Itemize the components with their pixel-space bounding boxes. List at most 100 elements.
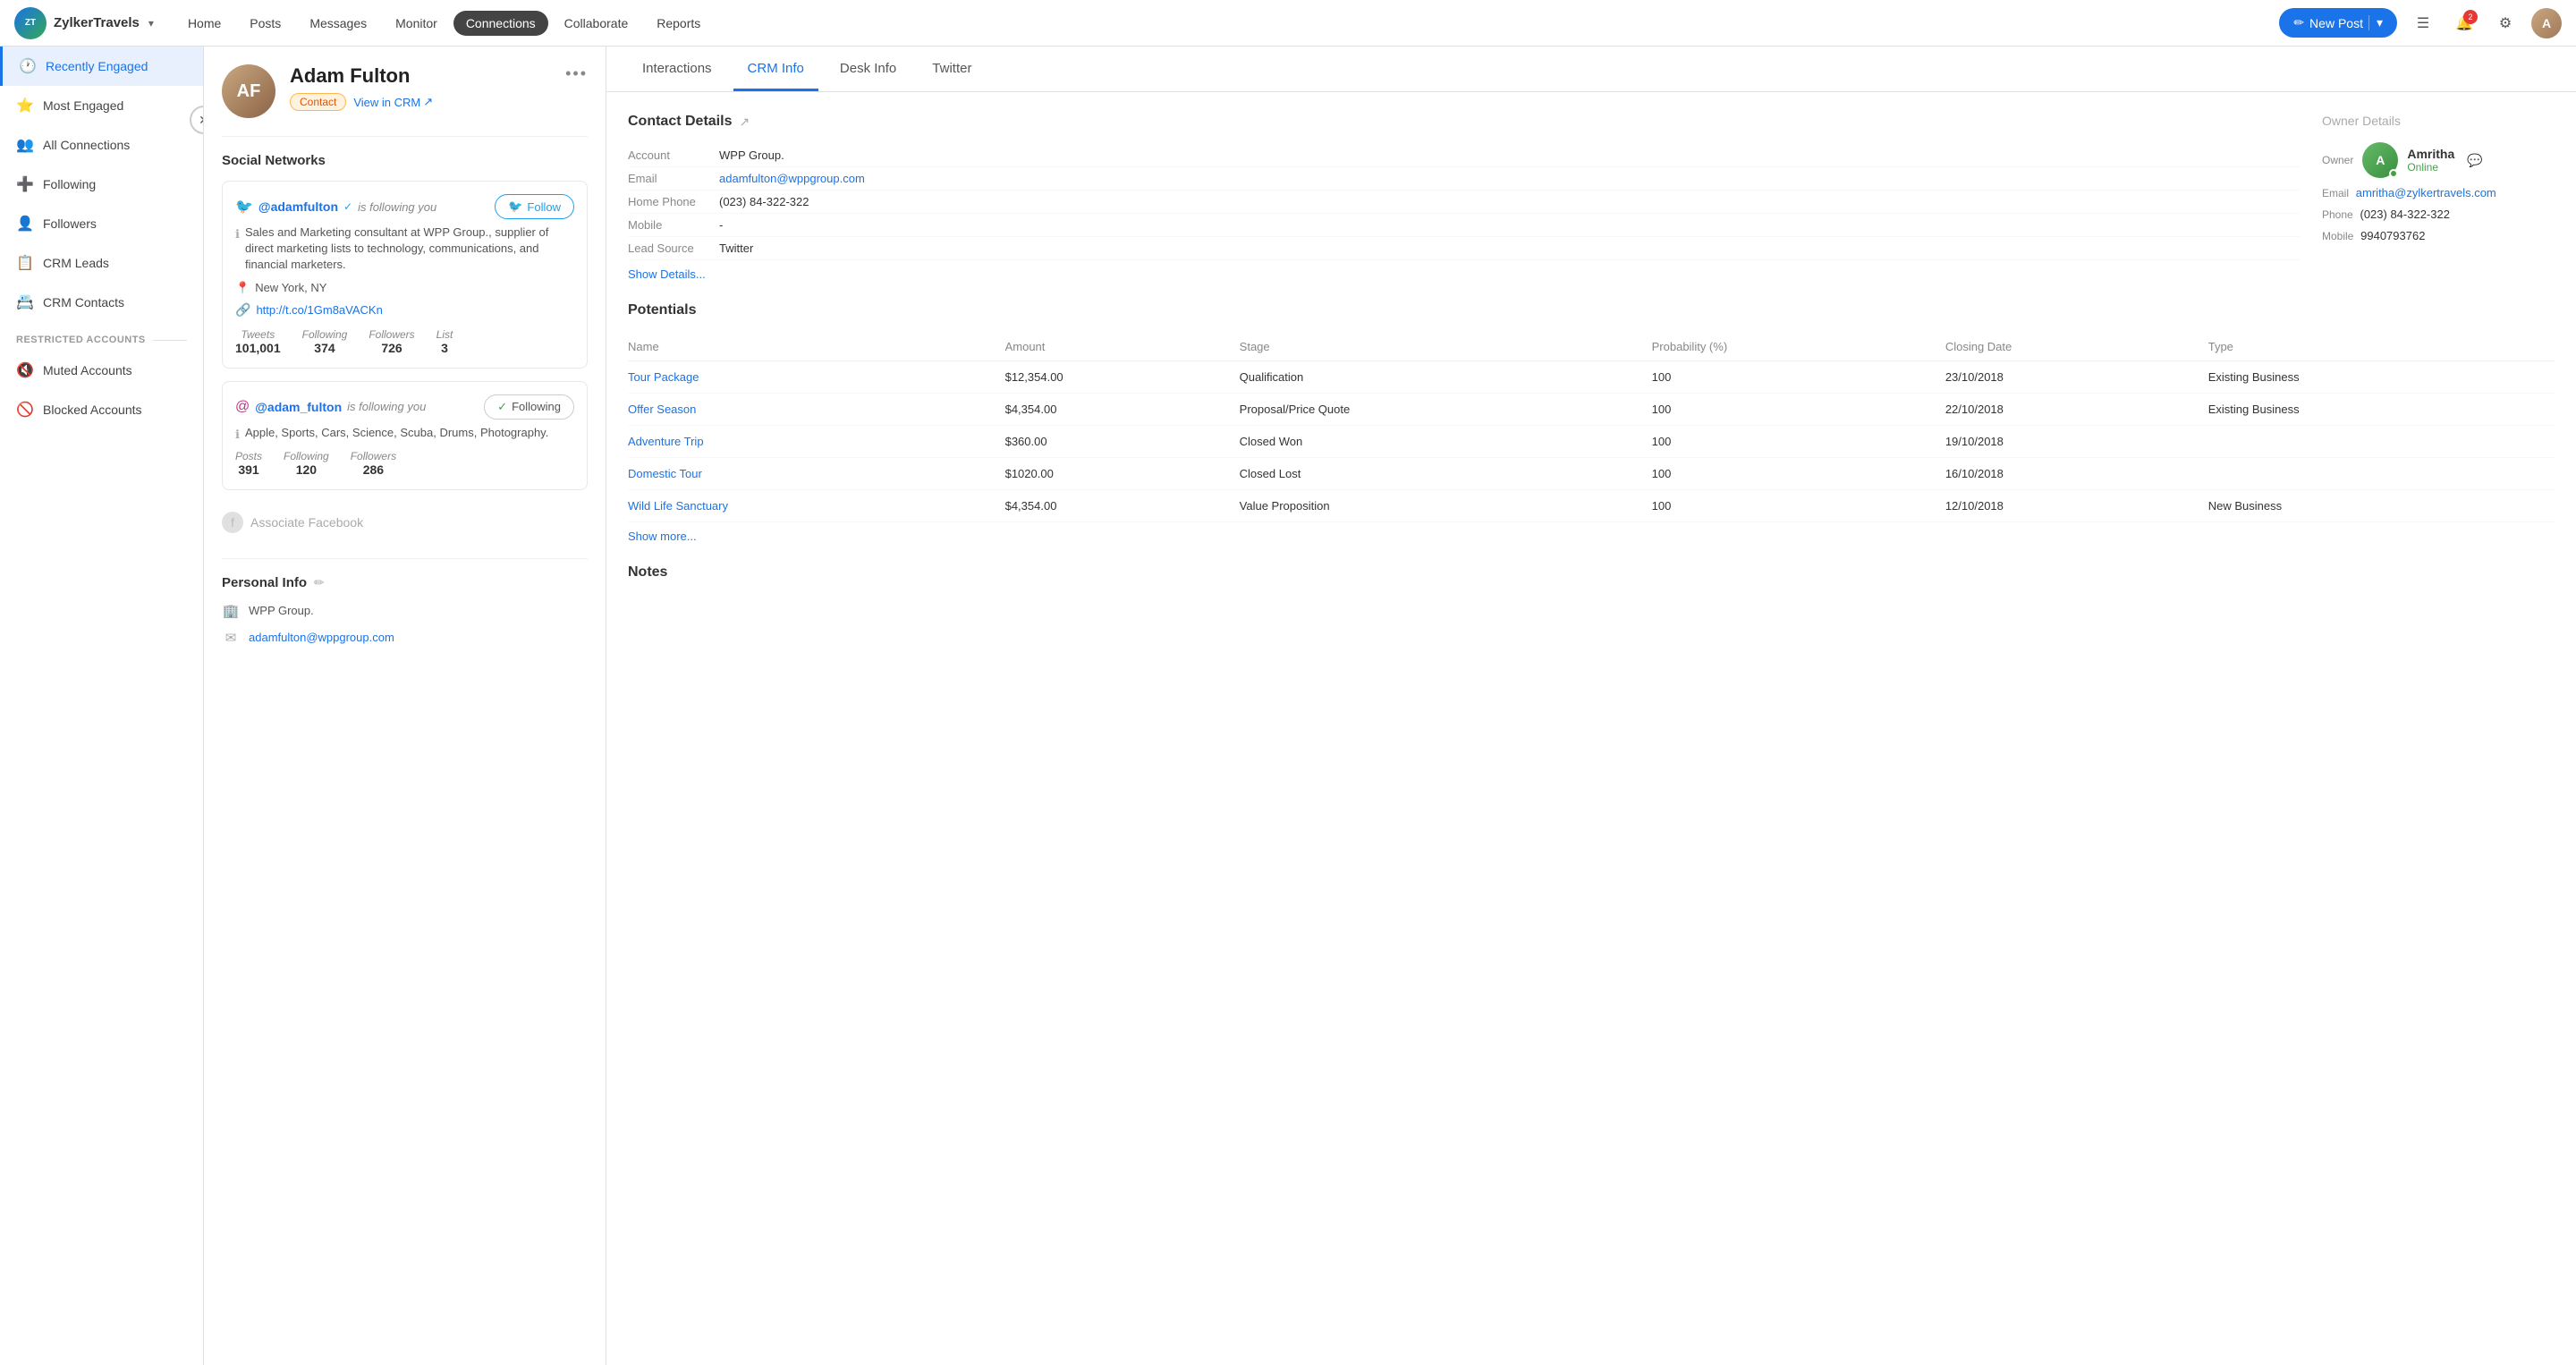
tabs-bar: InteractionsCRM InfoDesk InfoTwitter <box>606 47 2576 92</box>
potential-name[interactable]: Domestic Tour <box>628 458 1005 490</box>
gear-icon: ⚙ <box>2499 14 2512 32</box>
sidebar-item-crm-contacts[interactable]: 📇 CRM Contacts <box>0 283 203 322</box>
sidebar-item-most-engaged[interactable]: ⭐ Most Engaged <box>0 86 203 125</box>
twitter-follow-button[interactable]: 🐦 Follow <box>495 194 574 219</box>
potential-name[interactable]: Wild Life Sanctuary <box>628 490 1005 522</box>
associate-facebook-button[interactable]: f Associate Facebook <box>222 503 588 542</box>
brand-name: ZylkerTravels <box>54 15 140 30</box>
owner-email-value[interactable]: amritha@zylkertravels.com <box>2356 186 2496 199</box>
sidebar-item-all-connections[interactable]: 👥 All Connections <box>0 125 203 165</box>
twitter-location-text: New York, NY <box>255 281 326 294</box>
twitter-handle-row: 🐦 @adamfulton ✓ is following you 🐦 Follo… <box>235 194 574 219</box>
owner-phone-row: Phone (023) 84-322-322 <box>2322 207 2555 221</box>
nav-link-home[interactable]: Home <box>175 11 233 36</box>
new-post-button[interactable]: ✏ New Post ▾ <box>2279 8 2397 38</box>
profile-name: Adam Fulton <box>290 64 551 88</box>
tab-crm-info[interactable]: CRM Info <box>733 47 818 91</box>
owner-mobile-label: Mobile <box>2322 230 2353 242</box>
verified-badge-icon: ✓ <box>343 200 352 213</box>
nav-link-messages[interactable]: Messages <box>297 11 379 36</box>
nav-link-monitor[interactable]: Monitor <box>383 11 450 36</box>
nav-link-collaborate[interactable]: Collaborate <box>552 11 641 36</box>
instagram-following-button[interactable]: ✓ Following <box>484 394 574 420</box>
potential-cell: 23/10/2018 <box>1945 361 2208 394</box>
twitter-card: 🐦 @adamfulton ✓ is following you 🐦 Follo… <box>222 181 588 369</box>
potential-name[interactable]: Tour Package <box>628 361 1005 394</box>
potential-cell: $360.00 <box>1005 426 1240 458</box>
contact-fields: AccountWPP Group.Emailadamfulton@wppgrou… <box>628 144 2301 260</box>
stat-value: 120 <box>284 462 329 477</box>
field-label: Lead Source <box>628 242 708 255</box>
nav-right-actions: ✏ New Post ▾ ☰ 🔔 2 ⚙ A <box>2279 8 2562 38</box>
sidebar-item-followers[interactable]: 👤 Followers <box>0 204 203 243</box>
potential-row: Offer Season$4,354.00Proposal/Price Quot… <box>628 394 2555 426</box>
potential-name[interactable]: Adventure Trip <box>628 426 1005 458</box>
stat-label: Tweets <box>235 328 281 341</box>
potential-name[interactable]: Offer Season <box>628 394 1005 426</box>
edit-personal-info-icon[interactable]: ✏ <box>314 575 325 590</box>
menu-icon-button[interactable]: ☰ <box>2408 8 2438 38</box>
sidebar-item-crm-leads[interactable]: 📋 CRM Leads <box>0 243 203 283</box>
twitter-stat-tweets: Tweets 101,001 <box>235 328 281 355</box>
col-header-name: Name <box>628 333 1005 361</box>
contact-field-account: AccountWPP Group. <box>628 144 2301 167</box>
followers-label: Followers <box>43 216 97 231</box>
contact-details-ext-link-icon[interactable]: ↗ <box>739 114 750 130</box>
divider <box>222 136 588 137</box>
field-value: Twitter <box>719 242 753 255</box>
social-networks-title: Social Networks <box>222 153 588 168</box>
potential-row: Tour Package$12,354.00Qualification10023… <box>628 361 2555 394</box>
potentials-title: Potentials <box>628 302 2555 318</box>
contact-field-mobile: Mobile- <box>628 214 2301 237</box>
main-content: AF Adam Fulton Contact View in CRM ↗ ••• <box>204 47 2576 1365</box>
recently-engaged-icon: 🕐 <box>19 57 37 75</box>
profile-tags: Contact View in CRM ↗ <box>290 93 551 111</box>
twitter-stat-followers: Followers 726 <box>369 328 414 355</box>
potential-cell: Existing Business <box>2208 394 2555 426</box>
twitter-link-row: 🔗 http://t.co/1Gm8aVACKn <box>235 302 574 318</box>
instagram-handle[interactable]: @adam_fulton <box>255 400 342 414</box>
info-icon: ℹ <box>235 226 240 242</box>
tab-twitter[interactable]: Twitter <box>918 47 986 91</box>
nav-link-reports[interactable]: Reports <box>644 11 713 36</box>
followers-icon: 👤 <box>16 215 34 233</box>
details-two-col: Contact Details ↗ AccountWPP Group.Email… <box>628 114 2555 281</box>
twitter-location: 📍 New York, NY <box>235 281 574 295</box>
twitter-profile-link[interactable]: http://t.co/1Gm8aVACKn <box>256 303 382 317</box>
potential-cell: $1020.00 <box>1005 458 1240 490</box>
twitter-handle[interactable]: @adamfulton <box>258 199 338 214</box>
field-value: - <box>719 218 723 232</box>
tab-interactions[interactable]: Interactions <box>628 47 726 91</box>
show-more-potentials-link[interactable]: Show more... <box>628 530 697 543</box>
sidebar-item-recently-engaged[interactable]: 🕐 Recently Engaged <box>0 47 203 86</box>
new-post-caret-icon[interactable]: ▾ <box>2368 15 2383 30</box>
sidebar-item-blocked-accounts[interactable]: 🚫 Blocked Accounts <box>0 390 203 429</box>
instagram-stat-posts: Posts 391 <box>235 450 262 477</box>
col-header-type: Type <box>2208 333 2555 361</box>
nav-link-posts[interactable]: Posts <box>237 11 293 36</box>
sidebar-item-muted-accounts[interactable]: 🔇 Muted Accounts <box>0 351 203 390</box>
sidebar-item-following[interactable]: ➕ Following <box>0 165 203 204</box>
email-icon: ✉ <box>222 630 240 646</box>
field-value[interactable]: adamfulton@wppgroup.com <box>719 172 865 185</box>
view-in-crm-link[interactable]: View in CRM ↗ <box>353 95 433 109</box>
divider-2 <box>222 558 588 559</box>
company-value: WPP Group. <box>249 604 314 617</box>
email-value[interactable]: adamfulton@wppgroup.com <box>249 631 394 644</box>
owner-phone-label: Phone <box>2322 208 2353 221</box>
profile-more-button[interactable]: ••• <box>565 64 588 83</box>
potentials-table-body: Tour Package$12,354.00Qualification10023… <box>628 361 2555 522</box>
nav-link-connections[interactable]: Connections <box>453 11 548 36</box>
user-avatar-button[interactable]: A <box>2531 8 2562 38</box>
contact-field-email: Emailadamfulton@wppgroup.com <box>628 167 2301 191</box>
notifications-button[interactable]: 🔔 2 <box>2449 8 2479 38</box>
settings-button[interactable]: ⚙ <box>2490 8 2521 38</box>
brand-logo-area[interactable]: ZT ZylkerTravels ▾ <box>14 7 154 39</box>
tab-desk-info[interactable]: Desk Info <box>826 47 911 91</box>
owner-row: Owner A Amritha Online 💬 <box>2322 142 2555 178</box>
recently-engaged-label: Recently Engaged <box>46 59 148 73</box>
show-details-link[interactable]: Show Details... <box>628 267 706 281</box>
personal-info-header: Personal Info ✏ <box>222 575 588 590</box>
stat-label: Followers <box>351 450 396 462</box>
col-header-probability----: Probability (%) <box>1652 333 1945 361</box>
